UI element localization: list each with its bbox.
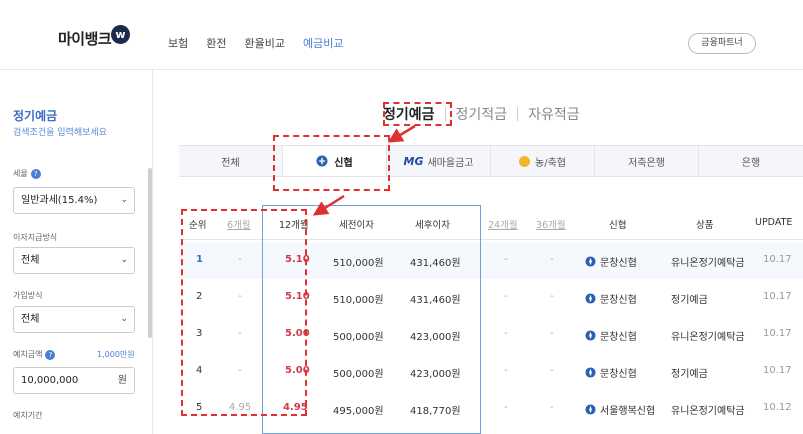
join-method-label: 가입방식	[13, 291, 43, 300]
table-row[interactable]: 2 - 5.10 510,000원 431,460원 - - 문창신협 정기예금…	[179, 279, 803, 316]
join-method-select[interactable]: 전체 ⌄	[13, 306, 135, 333]
divider	[517, 107, 519, 121]
divider	[444, 107, 446, 121]
col-pretax: 세전이자	[339, 220, 374, 231]
col-6m[interactable]: 6개월	[227, 217, 251, 231]
tax-select[interactable]: 일반과세(15.4%) ⌄	[13, 187, 135, 214]
filter-sidebar: 정기예금 검색조건을 입력해보세요 세율? 일반과세(15.4%) ⌄ 이자지급방…	[0, 70, 153, 434]
tab-mg[interactable]: MG 새마을금고	[387, 146, 491, 176]
tab-free-savings[interactable]: 자유적금	[528, 104, 580, 124]
amount-hint: 1,000만원	[97, 350, 135, 359]
shinhyup-logo-icon	[585, 367, 596, 378]
product-name[interactable]: 유니온정기예탁금	[671, 402, 745, 417]
nav-insurance[interactable]: 보험	[168, 35, 188, 51]
tab-bank[interactable]: 은행	[699, 146, 803, 176]
tab-shinhyup[interactable]: 신협	[283, 146, 387, 176]
product-name[interactable]: 정기예금	[671, 365, 708, 380]
amount-label: 예치금액?	[13, 349, 56, 360]
site-logo[interactable]: 마이뱅크	[58, 28, 112, 49]
product-name[interactable]: 정기예금	[671, 291, 708, 306]
tab-installment-savings[interactable]: 정기적금	[456, 104, 508, 124]
chevron-down-icon: ⌄	[120, 195, 128, 205]
col-product: 상품	[696, 220, 714, 231]
help-icon[interactable]: ?	[30, 168, 41, 179]
sidebar-scrollbar[interactable]	[148, 168, 152, 338]
shinhyup-logo-icon	[585, 293, 596, 304]
tab-all[interactable]: 전체	[179, 146, 283, 176]
tab-savings-bank[interactable]: 저축은행	[595, 146, 699, 176]
tab-nh[interactable]: 농/축협	[491, 146, 595, 176]
amount-input[interactable]: 10,000,000 원	[13, 367, 135, 394]
nav-deposit-compare[interactable]: 예금비교	[303, 35, 343, 51]
table-row[interactable]: 5 4.95 4.95 495,000원 418,770원 - - 서울행복신협…	[179, 390, 803, 427]
col-aftertax: 세후이자	[415, 220, 450, 231]
shinhyup-logo-icon	[585, 256, 596, 267]
tab-fixed-deposit[interactable]: 정기예금	[383, 104, 435, 124]
period-label: 예치기간	[13, 411, 43, 420]
interest-method-label: 이자지급방식	[13, 233, 58, 242]
product-name[interactable]: 유니온정기예탁금	[671, 254, 745, 269]
product-tabs: 정기예금 정기적금 자유적금	[383, 104, 580, 124]
table-row[interactable]: 1 - 5.10 510,000원 431,460원 - - 문창신협 유니온정…	[179, 242, 803, 279]
nh-logo-icon	[519, 155, 530, 167]
main-nav: 보험 환전 환율비교 예금비교	[168, 35, 361, 51]
shinhyup-logo-icon	[585, 330, 596, 341]
arrow-1	[387, 124, 416, 143]
product-name[interactable]: 유니온정기예탁금	[671, 328, 745, 343]
logo-badge-icon: w	[111, 25, 130, 44]
chevron-down-icon: ⌄	[120, 255, 128, 265]
bank-name[interactable]: 문창신협	[585, 365, 637, 381]
shinhyup-logo-icon	[585, 404, 596, 415]
finance-partner-button[interactable]: 금융파트너	[688, 33, 756, 54]
nav-exchange[interactable]: 환전	[206, 35, 226, 51]
col-update: UPDATE	[755, 217, 793, 228]
top-header: 마이뱅크 w 보험 환전 환율비교 예금비교 금융파트너	[0, 0, 803, 70]
chevron-down-icon: ⌄	[120, 314, 128, 324]
shinhyup-logo-icon	[316, 155, 328, 167]
sidebar-title: 정기예금	[13, 109, 58, 123]
table-row[interactable]: 3 - 5.00 500,000원 423,000원 - - 문창신협 유니온정…	[179, 316, 803, 353]
interest-method-select[interactable]: 전체 ⌄	[13, 247, 135, 274]
bank-name[interactable]: 문창신협	[585, 328, 637, 344]
nav-rate-compare[interactable]: 환율비교	[245, 35, 285, 51]
tax-label: 세율?	[13, 168, 41, 179]
table-header: 순위 6개월 12개월 세전이자 세후이자 24개월 36개월 신협 상품 UP…	[179, 205, 803, 240]
bank-name[interactable]: 서울행복신협	[585, 402, 655, 418]
sidebar-subtitle: 검색조건을 입력해보세요	[13, 128, 107, 138]
table-row[interactable]: 4 - 5.00 500,000원 423,000원 - - 문창신협 정기예금…	[179, 353, 803, 390]
col-rank[interactable]: 순위	[189, 217, 206, 231]
mg-logo-icon: MG	[403, 154, 424, 168]
institution-tabs: 전체 신협 MG 새마을금고 농/축협 저축은행 은행	[179, 145, 803, 177]
col-24m[interactable]: 24개월	[488, 217, 518, 231]
bank-name[interactable]: 문창신협	[585, 291, 637, 307]
col-36m[interactable]: 36개월	[536, 217, 566, 231]
col-12m[interactable]: 12개월	[279, 217, 309, 231]
col-bank: 신협	[609, 220, 627, 231]
help-icon[interactable]: ?	[45, 349, 56, 360]
bank-name[interactable]: 문창신협	[585, 254, 637, 270]
